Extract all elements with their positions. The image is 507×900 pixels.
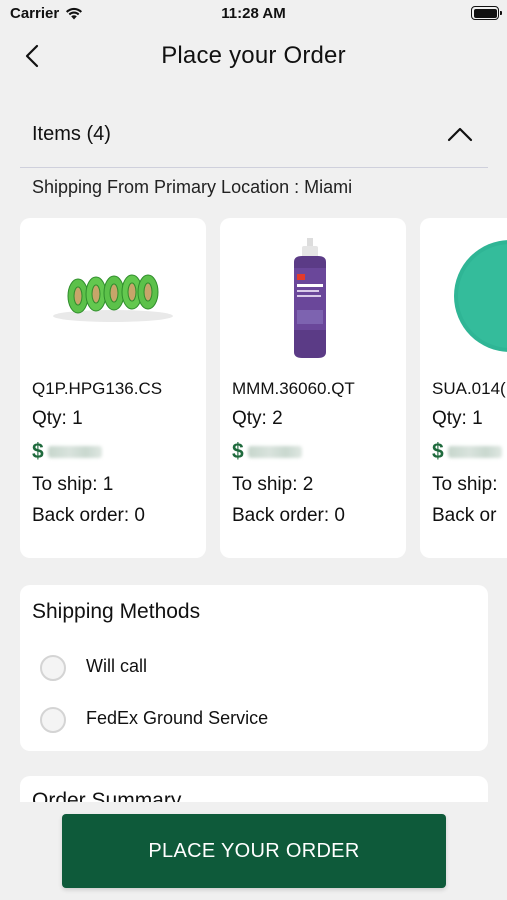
price-currency: $ <box>432 440 444 463</box>
shipping-methods-title: Shipping Methods <box>32 600 201 623</box>
status-bar: Carrier 11:28 AM <box>0 0 507 28</box>
item-back-order: Back order: 0 <box>32 505 145 526</box>
radio-button[interactable] <box>40 655 66 681</box>
battery-icon <box>471 6 502 20</box>
shipping-methods-card: Shipping Methods Will call FedEx Ground … <box>20 585 488 751</box>
item-quantity: Qty: 1 <box>432 408 483 429</box>
price-obscured <box>47 446 102 458</box>
shipping-option-will-call[interactable]: Will call <box>40 649 460 685</box>
place-order-button[interactable]: PLACE YOUR ORDER <box>62 814 446 888</box>
item-to-ship: To ship: 1 <box>32 474 114 495</box>
item-sku: SUA.014( <box>432 379 506 398</box>
chevron-up-icon[interactable] <box>446 124 474 144</box>
item-quantity: Qty: 2 <box>232 408 283 429</box>
item-sku: MMM.36060.QT <box>232 379 355 398</box>
page-title: Place your Order <box>161 42 346 69</box>
shipping-option-label: FedEx Ground Service <box>86 708 269 728</box>
green-tape-rolls-image <box>53 274 173 322</box>
price-currency: $ <box>232 440 244 463</box>
shipping-from-location: Shipping From Primary Location : Miami <box>32 177 353 197</box>
item-back-order: Back order: 0 <box>232 505 345 526</box>
item-price: $ <box>232 440 302 464</box>
price-currency: $ <box>32 440 44 463</box>
item-sku: Q1P.HPG136.CS <box>32 379 163 398</box>
item-card[interactable]: MMM.36060.QT Qty: 2 $ To ship: 2 Back or… <box>220 218 406 558</box>
item-to-ship: To ship: 2 <box>232 474 314 495</box>
purple-compound-bottle-image <box>294 238 326 358</box>
items-section-header[interactable]: Items (4) <box>20 110 488 168</box>
navigation-bar: Place your Order <box>0 30 507 82</box>
shipping-option-label: Will call <box>86 656 147 676</box>
shipping-option-fedex-ground[interactable]: FedEx Ground Service <box>40 701 460 737</box>
price-obscured <box>447 446 502 458</box>
status-time: 11:28 AM <box>221 5 286 22</box>
item-back-order: Back or <box>432 505 497 526</box>
radio-button[interactable] <box>40 707 66 733</box>
item-card[interactable]: SUA.014( Qty: 1 $ To ship: Back or <box>420 218 507 558</box>
item-price: $ <box>432 440 502 464</box>
price-obscured <box>247 446 302 458</box>
teal-sanding-disc-image <box>454 240 507 352</box>
item-to-ship: To ship: <box>432 474 498 495</box>
item-price: $ <box>32 440 102 464</box>
items-title: Items (4) <box>32 123 111 145</box>
item-carousel[interactable]: Q1P.HPG136.CS Qty: 1 $ To ship: 1 Back o… <box>20 218 507 558</box>
item-card[interactable]: Q1P.HPG136.CS Qty: 1 $ To ship: 1 Back o… <box>20 218 206 558</box>
item-quantity: Qty: 1 <box>32 408 83 429</box>
